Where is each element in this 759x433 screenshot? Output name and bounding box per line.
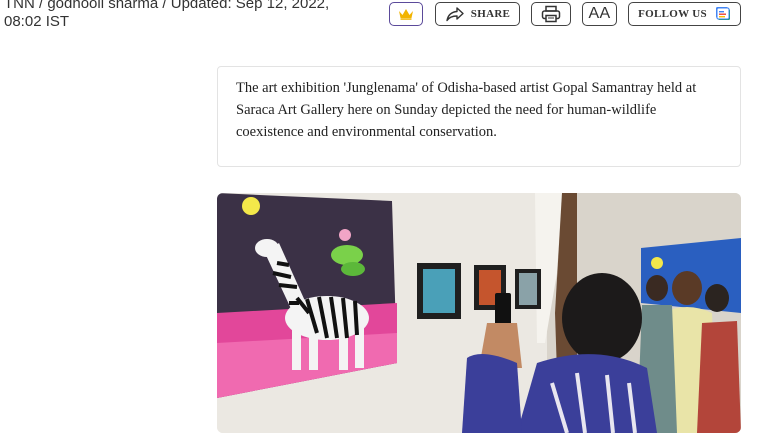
follow-us-label: FOLLOW US	[638, 8, 707, 20]
font-size-button[interactable]: AA	[582, 2, 617, 26]
zebra-painting	[217, 193, 397, 398]
article-photo	[217, 193, 741, 433]
google-news-icon	[715, 6, 731, 22]
share-button[interactable]: SHARE	[435, 2, 520, 26]
printer-icon	[541, 5, 561, 23]
premium-button[interactable]	[389, 2, 423, 26]
print-button[interactable]	[531, 2, 571, 26]
article-byline: TNN / godhooli sharma / Updated: Sep 12,…	[4, 0, 330, 30]
share-arrow-icon	[445, 6, 465, 22]
follow-us-button[interactable]: FOLLOW US	[628, 2, 741, 26]
visitors	[462, 271, 741, 433]
share-label: SHARE	[470, 8, 511, 20]
crown-icon	[398, 8, 414, 20]
article-summary: The art exhibition 'Junglenama' of Odish…	[217, 66, 741, 167]
